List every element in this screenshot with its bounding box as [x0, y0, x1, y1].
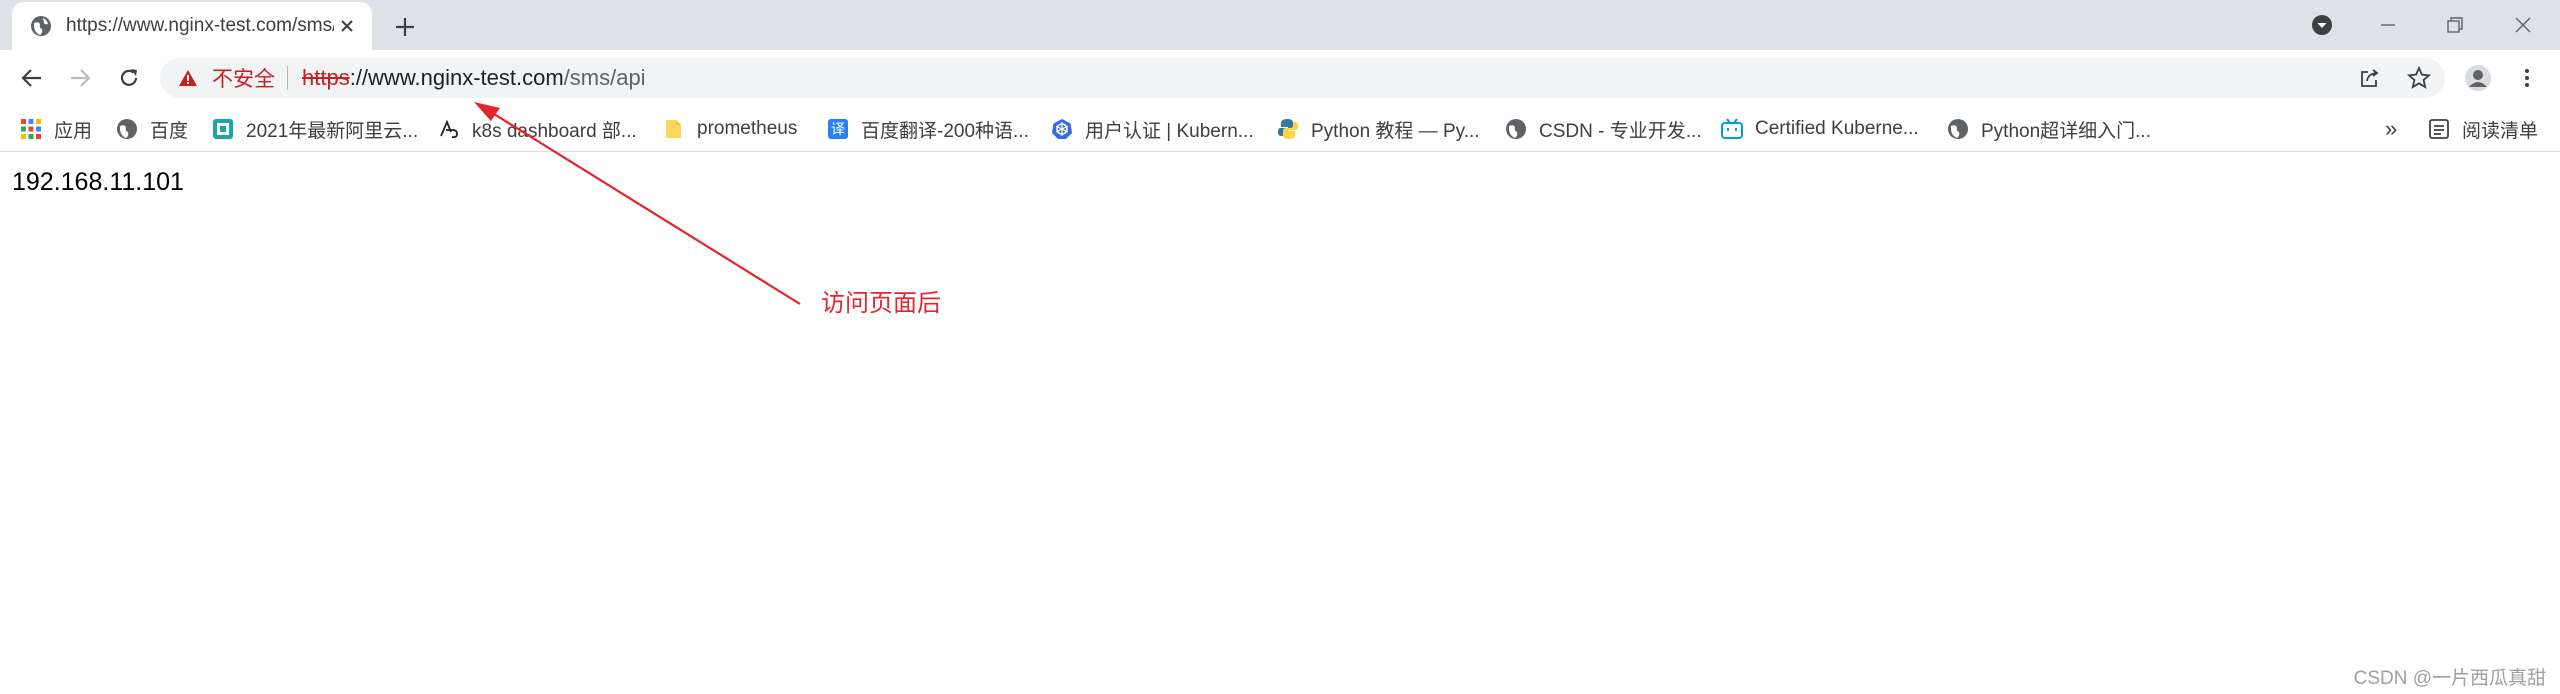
watermark: CSDN @一片西瓜真甜: [2353, 668, 2546, 689]
annotation-label: 访问页面后: [821, 290, 941, 317]
annotation-arrow: [474, 102, 801, 305]
